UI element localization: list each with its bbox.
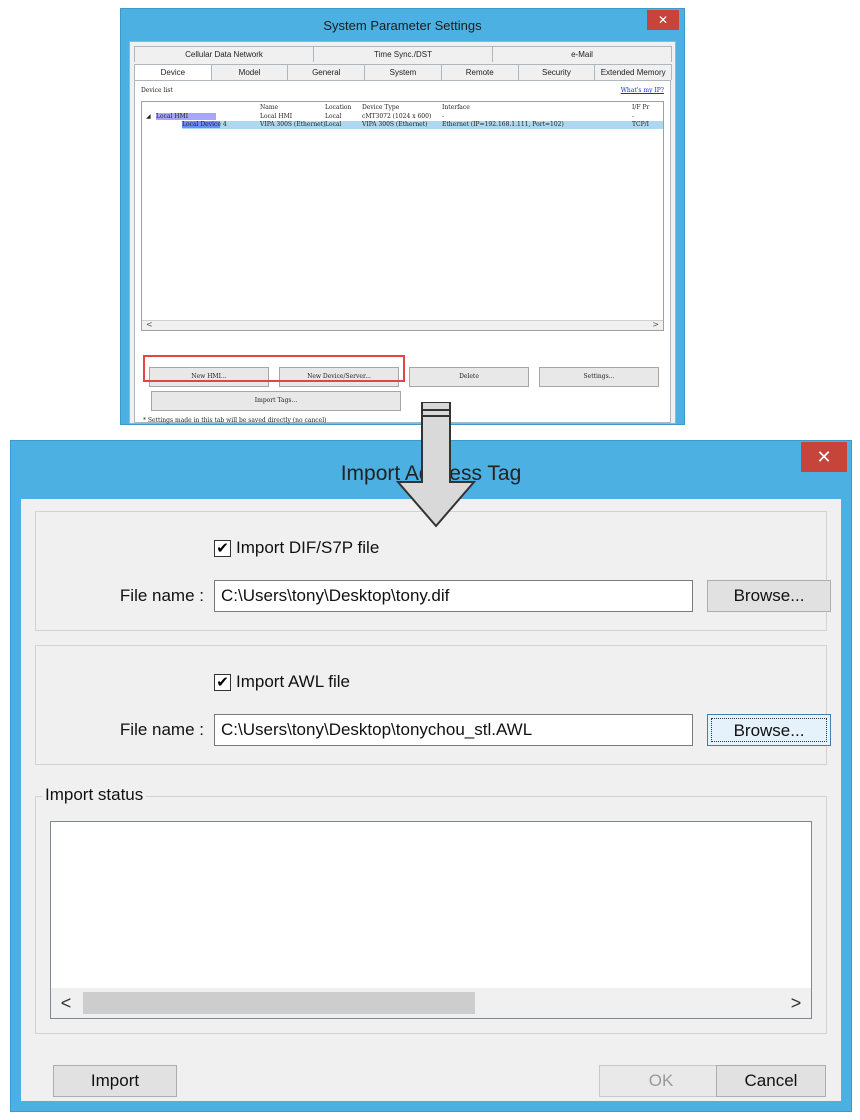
awl-browse-button[interactable]: Browse... (707, 714, 831, 746)
tree-node[interactable]: Local Device 4 (182, 121, 227, 128)
tab-model[interactable]: Model (210, 64, 289, 80)
device-list-label: Device list (141, 87, 173, 94)
import-tags-highlight (143, 355, 405, 382)
dif-group: ✔ Import DIF/S7P file File name : C:\Use… (35, 511, 831, 631)
tab-row-2: Device Model General System Remote Secur… (134, 64, 673, 80)
scroll-right-icon[interactable]: > (781, 988, 811, 1018)
row-protocol: - (632, 113, 635, 120)
row-interface: - (442, 113, 445, 120)
import-address-tag-dialog: Import Address Tag ✕ ✔ Import DIF/S7P fi… (10, 440, 852, 1112)
tab-e-mail[interactable]: e-Mail (492, 46, 672, 62)
checkmark-icon[interactable]: ✔ (214, 539, 231, 557)
column-name[interactable]: Name (260, 104, 278, 111)
row-interface: Ethernet (IP=192.168.1.111, Port=102) (442, 121, 564, 128)
row-device-type: VIPA 300S (Ethernet) (362, 121, 428, 128)
import-status-label: Import status (42, 785, 147, 805)
tab-row-1: Cellular Data Network Time Sync./DST e-M… (134, 46, 672, 62)
device-list-hscrollbar[interactable]: < > (142, 320, 663, 330)
settings-window-title: System Parameter Settings (323, 18, 482, 33)
dif-file-name-label: File name : (119, 586, 204, 605)
tab-cellular-data-network[interactable]: Cellular Data Network (134, 46, 314, 62)
whats-my-ip-link[interactable]: What's my IP? (621, 87, 664, 94)
settings-note: * Settings made in this tab will be save… (143, 417, 327, 424)
tab-security[interactable]: Security (517, 64, 596, 80)
scroll-thumb[interactable] (83, 992, 475, 1014)
column-protocol[interactable]: I/F Pr (632, 104, 649, 111)
settings-close-button[interactable]: ✕ (647, 10, 679, 30)
row-location: Local (325, 113, 342, 120)
checkmark-icon[interactable]: ✔ (214, 673, 231, 691)
device-list-table: Name Location Device Type Interface I/F … (141, 101, 664, 331)
tab-general[interactable]: General (287, 64, 366, 80)
awl-file-name-input[interactable]: C:\Users\tony\Desktop\tonychou_stl.AWL (214, 714, 693, 746)
delete-button[interactable]: Delete (409, 367, 529, 387)
row-protocol: TCP/I (632, 121, 650, 128)
tab-remote[interactable]: Remote (440, 64, 519, 80)
system-parameter-settings-window: System Parameter Settings ✕ Cellular Dat… (120, 8, 685, 425)
ok-button[interactable]: OK (599, 1065, 723, 1097)
table-header: Name Location Device Type Interface I/F … (142, 104, 663, 112)
cancel-button[interactable]: Cancel (716, 1065, 826, 1097)
table-row[interactable]: Local Device 4 VIPA 300S (Ethernet) Loca… (182, 121, 663, 129)
column-device-type[interactable]: Device Type (362, 104, 399, 111)
row-device-type: cMT3072 (1024 x 600) (362, 113, 432, 120)
import-awl-label: Import AWL file (236, 672, 350, 691)
arrow-down-icon (396, 402, 476, 528)
tab-extended-memory[interactable]: Extended Memory (594, 64, 673, 80)
tree-node[interactable]: Local HMI (156, 113, 216, 120)
scroll-left-icon[interactable]: < (146, 320, 153, 329)
status-hscrollbar[interactable]: < > (51, 988, 811, 1018)
table-row[interactable]: ◢ Local HMI Local HMI Local cMT3072 (102… (142, 113, 663, 121)
dif-browse-button[interactable]: Browse... (707, 580, 831, 612)
column-location[interactable]: Location (325, 104, 351, 111)
tab-system[interactable]: System (364, 64, 442, 80)
column-interface[interactable]: Interface (442, 104, 470, 111)
import-status-group: Import status < > (35, 785, 827, 1034)
import-dif-checkbox[interactable]: ✔ Import DIF/S7P file (214, 538, 379, 558)
awl-group: ✔ Import AWL file File name : C:\Users\t… (35, 645, 831, 765)
import-dif-label: Import DIF/S7P file (236, 538, 380, 557)
import-awl-checkbox[interactable]: ✔ Import AWL file (214, 672, 350, 692)
dialog-client-area: ✔ Import DIF/S7P file File name : C:\Use… (21, 499, 841, 1101)
scroll-left-icon[interactable]: < (51, 988, 81, 1018)
import-button[interactable]: Import (53, 1065, 177, 1097)
settings-button[interactable]: Settings... (539, 367, 659, 387)
row-location: Local (325, 121, 342, 128)
dialog-close-button[interactable]: ✕ (801, 442, 847, 472)
scroll-right-icon[interactable]: > (652, 320, 659, 329)
awl-file-name-label: File name : (119, 720, 204, 739)
dif-file-name-input[interactable]: C:\Users\tony\Desktop\tony.dif (214, 580, 693, 612)
awl-browse-label: Browse... (711, 718, 827, 742)
row-name: Local HMI (260, 113, 293, 120)
tab-device[interactable]: Device (134, 64, 212, 80)
expand-icon[interactable]: ◢ (146, 113, 151, 120)
row-name: VIPA 300S (Ethernet) (260, 121, 326, 128)
import-tags-button[interactable]: Import Tags... (151, 391, 401, 411)
import-status-list[interactable]: < > (50, 821, 812, 1019)
tab-time-sync-dst[interactable]: Time Sync./DST (313, 46, 493, 62)
